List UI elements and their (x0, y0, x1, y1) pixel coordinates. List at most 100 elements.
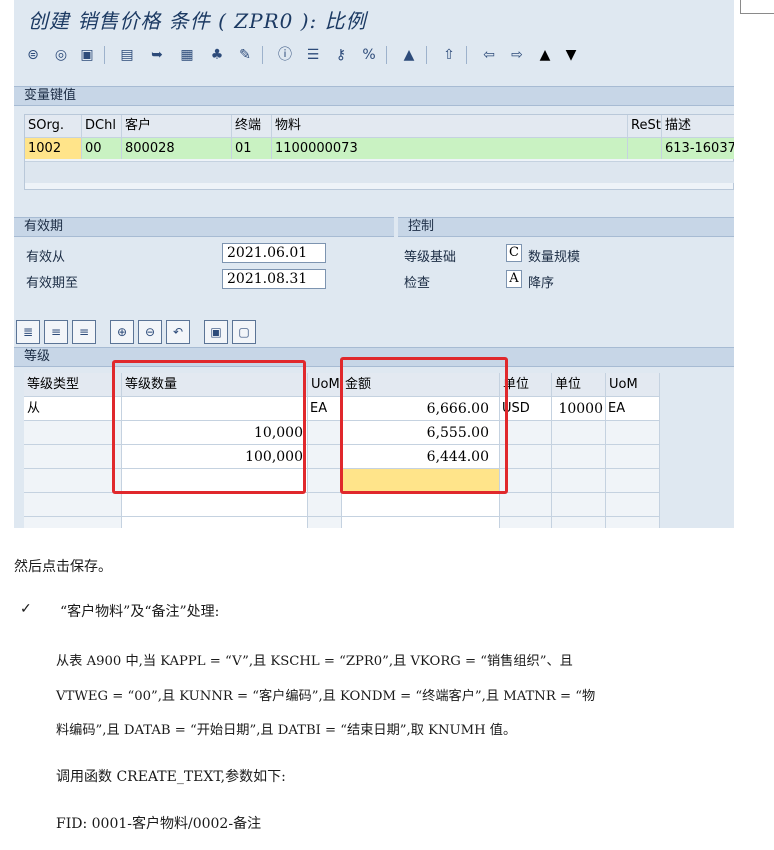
key-values-header: 变量键值 (14, 86, 734, 106)
row3-per (552, 445, 606, 469)
page-edge-marker (740, 0, 774, 14)
sap-window: 创建 销售价格 条件 ( ZPR0 ): 比例 ⊜ ◎ ▣ ▤ ➥ ▦ ♣ ✎ … (14, 0, 734, 528)
highlight-scale-qty (112, 360, 306, 494)
row2-type (24, 421, 122, 445)
export-icon[interactable]: ➥ (148, 46, 166, 64)
page-button[interactable]: ▢ (232, 320, 256, 344)
doc-para1-line1: 从表 A900 中,当 KAPPL = “V”,且 KSCHL = “ZPR0”… (56, 654, 573, 669)
row4-uom (308, 469, 342, 493)
doc-line-save: 然后点击保存。 (14, 559, 112, 575)
insert-row-button[interactable]: ⊕ (110, 320, 134, 344)
export-doc-icon[interactable]: ⇨ (508, 46, 526, 64)
check-label: 检查 (404, 276, 431, 291)
col-dchl: DChl (82, 115, 122, 137)
window-title: 创建 销售价格 条件 ( ZPR0 ): 比例 (28, 9, 367, 33)
row2-uom (308, 421, 342, 445)
cell-material[interactable]: 1100000073 (272, 137, 628, 159)
gift-icon[interactable]: ♣ (208, 46, 226, 64)
col-rest: ReSt (628, 115, 662, 137)
scale-basis-text: 数量规模 (528, 250, 581, 265)
info-icon[interactable]: ⓘ (276, 46, 294, 64)
cell-description[interactable]: 613-16037( (662, 137, 734, 159)
col-uom: UoM (308, 373, 342, 397)
check-text: 降序 (528, 276, 555, 291)
cell-sorg[interactable]: 1002 (25, 137, 82, 159)
col-uom2: UoM (606, 373, 660, 397)
row1-uom: EA (308, 397, 342, 421)
row5-uom (308, 493, 342, 517)
col-per: 单位 (552, 373, 606, 397)
valid-from-field[interactable]: 2021.06.01 (222, 243, 326, 263)
key-icon[interactable]: ⚷ (332, 46, 350, 64)
row4-type (24, 469, 122, 493)
row4-per (552, 469, 606, 493)
row2-uom2 (606, 421, 660, 445)
control-header: 控制 (398, 217, 734, 237)
deselect-button[interactable]: ≡ (72, 320, 96, 344)
percent-icon[interactable]: % (360, 46, 378, 64)
doc-para3: FID: 0001-客户物料/0002-备注 (56, 816, 262, 832)
col-description: 描述 (662, 115, 734, 137)
select-all-button[interactable]: ≣ (16, 320, 40, 344)
select-block-button[interactable]: ≡ (44, 320, 68, 344)
row6-unit (500, 517, 552, 528)
scale-basis-label: 等级基础 (404, 250, 457, 265)
calculator-icon[interactable]: ▦ (178, 46, 196, 64)
application-toolbar: ⊜ ◎ ▣ ▤ ➥ ▦ ♣ ✎ ⓘ ☰ ⚷ % ▲ ⇧ ⇦ ⇨ ▲ ▼ (14, 38, 734, 72)
valid-to-label: 有效期至 (26, 276, 79, 291)
row1-type: 从 (24, 397, 122, 421)
detail-button[interactable]: ▣ (204, 320, 228, 344)
row5-qty[interactable] (122, 493, 308, 517)
delete-row-button[interactable]: ⊖ (138, 320, 162, 344)
display-icon[interactable]: ◎ (52, 46, 70, 64)
col-scale-type: 等级类型 (24, 373, 122, 397)
row6-uom2 (606, 517, 660, 528)
row5-type (24, 493, 122, 517)
title-bar: 创建 销售价格 条件 ( ZPR0 ): 比例 (14, 0, 734, 34)
row6-type (24, 517, 122, 528)
cell-terminal[interactable]: 01 (232, 137, 272, 159)
doc-bullet-heading: “客户物料”及“备注”处理: (60, 604, 220, 620)
row6-per (552, 517, 606, 528)
row3-type (24, 445, 122, 469)
scale-basis-field[interactable]: C (506, 244, 522, 262)
list-icon[interactable]: ☰ (304, 46, 322, 64)
hierarchy-icon[interactable]: ▤ (118, 46, 136, 64)
col-sorg: SOrg. (25, 115, 82, 137)
col-customer: 客户 (122, 115, 232, 137)
save-icon[interactable]: ⊜ (24, 46, 42, 64)
row5-amount[interactable] (342, 493, 500, 517)
upload-icon[interactable]: ⇧ (440, 46, 458, 64)
row4-uom2 (606, 469, 660, 493)
row5-per (552, 493, 606, 517)
up-arrow-icon[interactable]: ▲ (536, 46, 554, 64)
cell-rest[interactable] (628, 137, 662, 159)
validity-header: 有效期 (14, 217, 394, 237)
key-values-table: SOrg. DChl 客户 终端 物料 ReSt 描述 1002 00 8000… (24, 114, 734, 190)
doc-para1-line3: 料编码”,且 DATAB = “开始日期”,且 DATBI = “结束日期”,取… (56, 723, 517, 738)
row6-qty[interactable] (122, 517, 308, 528)
row1-per[interactable]: 10000 (552, 397, 606, 421)
row6-amount[interactable] (342, 517, 500, 528)
cell-customer[interactable]: 800028 (122, 137, 232, 159)
col-material: 物料 (272, 115, 628, 137)
row6-uom (308, 517, 342, 528)
row5-unit (500, 493, 552, 517)
change-icon[interactable]: ▣ (78, 46, 96, 64)
cell-dchl[interactable]: 00 (82, 137, 122, 159)
check-field[interactable]: A (506, 270, 522, 288)
row3-uom (308, 445, 342, 469)
row1-uom2[interactable]: EA (606, 397, 660, 421)
check-mark-icon: ✓ (20, 601, 32, 617)
doc-para2: 调用函数 CREATE_TEXT,参数如下: (56, 769, 286, 785)
row3-uom2 (606, 445, 660, 469)
highlight-amount (340, 357, 508, 494)
chart-icon[interactable]: ▲ (400, 46, 418, 64)
down-arrow-icon[interactable]: ▼ (562, 46, 580, 64)
import-icon[interactable]: ⇦ (480, 46, 498, 64)
doc-para1-line2: VTWEG = “00”,且 KUNNR = “客户编码”,且 KONDM = … (56, 689, 596, 704)
valid-to-field[interactable]: 2021.08.31 (222, 269, 326, 289)
undo-button[interactable]: ↶ (166, 320, 190, 344)
table-filler (660, 373, 734, 528)
edit-icon[interactable]: ✎ (236, 46, 254, 64)
